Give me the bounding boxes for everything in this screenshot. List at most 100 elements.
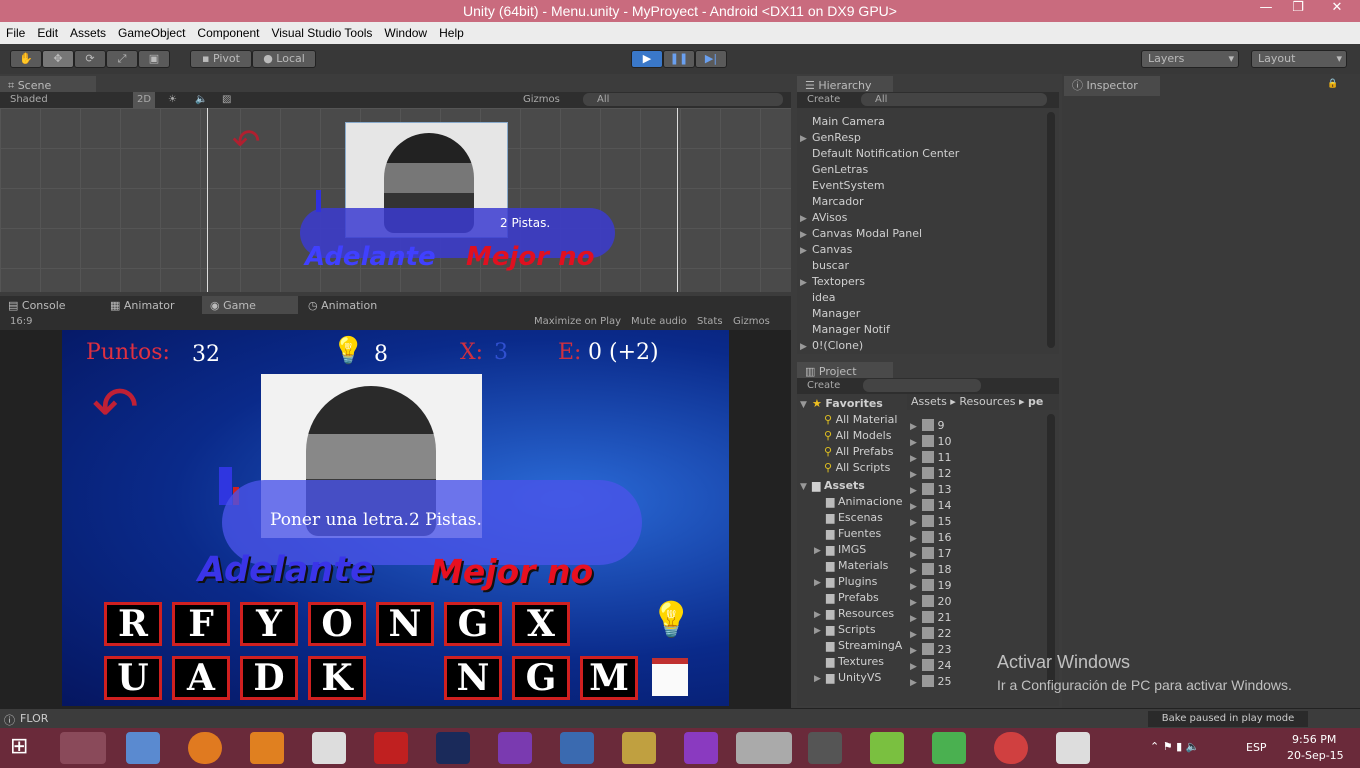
- favorite-item[interactable]: ⚲ All Prefabs: [800, 444, 905, 460]
- file-explorer-icon[interactable]: [60, 732, 106, 764]
- tab-inspector[interactable]: ⓘ Inspector: [1064, 76, 1160, 96]
- favorite-item[interactable]: ⚲ All Material: [800, 412, 905, 428]
- folder-item[interactable]: ▆ Materials: [800, 558, 905, 574]
- mute-audio-toggle[interactable]: Mute audio: [631, 314, 687, 330]
- media-player-icon[interactable]: [312, 732, 346, 764]
- hierarchy-create-dropdown[interactable]: Create: [807, 92, 840, 108]
- project-scrollbar[interactable]: [1047, 414, 1055, 686]
- hierarchy-item[interactable]: ▶ Canvas: [800, 242, 1040, 258]
- mejor-no-button[interactable]: Mejor no: [430, 552, 593, 591]
- move-tool-icon[interactable]: ✥: [42, 50, 74, 68]
- folder-item[interactable]: ▆ Animacione: [800, 494, 905, 510]
- game-gizmos-dropdown[interactable]: Gizmos: [733, 314, 770, 330]
- audio-icon[interactable]: 🔈: [195, 92, 207, 108]
- letter-tile[interactable]: N: [376, 602, 434, 646]
- favorites-header[interactable]: ▼ ★ Favorites: [800, 396, 905, 412]
- hierarchy-item[interactable]: ▶ GenResp: [800, 130, 1040, 146]
- effects-icon[interactable]: ▨: [222, 92, 231, 108]
- asset-file[interactable]: ▶ 17: [910, 546, 1040, 562]
- tab-animation[interactable]: ◷ Animation: [300, 296, 410, 316]
- menu-component[interactable]: Component: [191, 26, 265, 40]
- menu-edit[interactable]: Edit: [31, 26, 64, 40]
- expand-arrow-icon[interactable]: ▶: [800, 339, 812, 355]
- letter-tile[interactable]: X: [512, 602, 570, 646]
- favorite-item[interactable]: ⚲ All Models: [800, 428, 905, 444]
- scene-search-input[interactable]: All: [583, 93, 783, 106]
- aspect-dropdown[interactable]: 16:9: [10, 314, 32, 330]
- layers-dropdown[interactable]: Layers ▾: [1141, 50, 1239, 68]
- asset-file[interactable]: ▶ 11: [910, 450, 1040, 466]
- app-icon[interactable]: [994, 732, 1028, 764]
- pause-button[interactable]: ❚❚: [663, 50, 695, 68]
- play-button[interactable]: ▶: [631, 50, 663, 68]
- step-button[interactable]: ▶|: [695, 50, 727, 68]
- menu-vstools[interactable]: Visual Studio Tools: [265, 26, 378, 40]
- hierarchy-item[interactable]: Manager: [800, 306, 1040, 322]
- gizmos-dropdown[interactable]: Gizmos: [523, 92, 560, 108]
- asset-file[interactable]: ▶ 12: [910, 466, 1040, 482]
- notepad-icon[interactable]: [652, 658, 688, 696]
- hierarchy-item[interactable]: ▶ Canvas Modal Panel: [800, 226, 1040, 242]
- asset-file[interactable]: ▶ 13: [910, 482, 1040, 498]
- letter-tile[interactable]: M: [580, 656, 638, 700]
- letter-tile[interactable]: D: [240, 656, 298, 700]
- project-search-input[interactable]: [863, 379, 981, 392]
- menu-gameobject[interactable]: GameObject: [112, 26, 191, 40]
- app-icon[interactable]: [126, 732, 160, 764]
- menu-window[interactable]: Window: [378, 26, 433, 40]
- hierarchy-item[interactable]: EventSystem: [800, 178, 1040, 194]
- expand-arrow-icon[interactable]: ▶: [800, 131, 812, 147]
- scale-tool-icon[interactable]: ⤢: [106, 50, 138, 68]
- letter-tile[interactable]: U: [104, 656, 162, 700]
- tab-game[interactable]: ◉ Game: [202, 296, 298, 316]
- back-arrow-button[interactable]: ↶: [92, 380, 139, 436]
- mode-2d-button[interactable]: 2D: [133, 92, 156, 108]
- letter-tile[interactable]: G: [444, 602, 502, 646]
- app-icon[interactable]: [1056, 732, 1090, 764]
- tab-console[interactable]: ▤ Console: [0, 296, 100, 316]
- folder-item[interactable]: ▶ ▆ Resources: [800, 606, 905, 622]
- close-icon[interactable]: ✕: [1314, 0, 1360, 22]
- photoshop-icon[interactable]: [436, 732, 470, 764]
- hierarchy-item[interactable]: Manager Notif: [800, 322, 1040, 338]
- clock-date[interactable]: 20-Sep-15: [1287, 749, 1344, 762]
- visual-studio-icon[interactable]: [684, 732, 718, 764]
- visual-studio-icon[interactable]: [498, 732, 532, 764]
- favorite-item[interactable]: ⚲ All Scripts: [800, 460, 905, 476]
- expand-arrow-icon[interactable]: ▶: [800, 275, 812, 291]
- shaded-dropdown[interactable]: Shaded: [10, 92, 48, 108]
- hierarchy-item[interactable]: Marcador: [800, 194, 1040, 210]
- hierarchy-item[interactable]: GenLetras: [800, 162, 1040, 178]
- asset-file[interactable]: ▶ 9: [910, 418, 1040, 434]
- letter-tile[interactable]: R: [104, 602, 162, 646]
- lighting-icon[interactable]: ☀: [168, 92, 177, 108]
- maximize-on-play-toggle[interactable]: Maximize on Play: [534, 314, 621, 330]
- clock-time[interactable]: 9:56 PM: [1292, 733, 1336, 746]
- folder-item[interactable]: ▶ ▆ Plugins: [800, 574, 905, 590]
- asset-file[interactable]: ▶ 10: [910, 434, 1040, 450]
- folder-item[interactable]: ▆ StreamingA: [800, 638, 905, 654]
- pivot-toggle[interactable]: ▪ Pivot: [190, 50, 252, 68]
- expand-arrow-icon[interactable]: ▶: [800, 243, 812, 259]
- menu-help[interactable]: Help: [433, 26, 470, 40]
- restore-icon[interactable]: ❐: [1282, 0, 1314, 22]
- folder-item[interactable]: ▶ ▆ Scripts: [800, 622, 905, 638]
- firefox-icon[interactable]: [188, 732, 222, 764]
- letter-tile[interactable]: K: [308, 656, 366, 700]
- hierarchy-item[interactable]: ▶ Textopers: [800, 274, 1040, 290]
- unity-icon[interactable]: [736, 732, 792, 764]
- rotate-tool-icon[interactable]: ⟳: [74, 50, 106, 68]
- menu-assets[interactable]: Assets: [64, 26, 112, 40]
- android-icon[interactable]: [870, 732, 904, 764]
- asset-file[interactable]: ▶ 20: [910, 594, 1040, 610]
- minimize-icon[interactable]: —: [1250, 0, 1282, 22]
- game-view[interactable]: Puntos: 32 💡 8 X: 3 E: 0 (+2) ↶ Poner un…: [62, 330, 729, 706]
- windows-start-icon[interactable]: ⊞: [10, 736, 28, 758]
- hierarchy-item[interactable]: buscar: [800, 258, 1040, 274]
- expand-arrow-icon[interactable]: ▶: [800, 227, 812, 243]
- letter-tile[interactable]: G: [512, 656, 570, 700]
- tools-icon[interactable]: [622, 732, 656, 764]
- folder-item[interactable]: ▆ Textures: [800, 654, 905, 670]
- folder-item[interactable]: ▶ ▆ IMGS: [800, 542, 905, 558]
- lock-icon[interactable]: 🔒: [1327, 79, 1338, 89]
